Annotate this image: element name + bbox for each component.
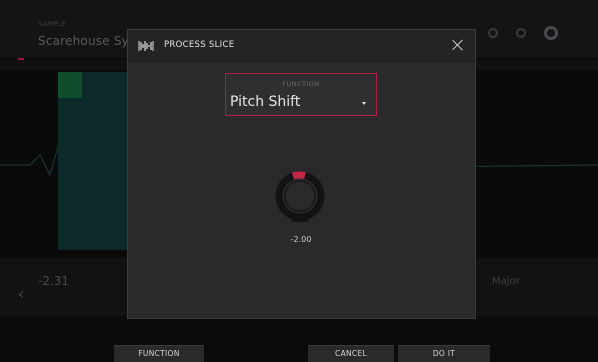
close-icon[interactable] bbox=[451, 38, 465, 52]
background-circle-icon bbox=[516, 28, 526, 38]
background-title: Scarehouse Sy bbox=[38, 34, 129, 48]
function-button[interactable]: FUNCTION bbox=[114, 345, 204, 362]
background-small-label: SAMPLE bbox=[38, 20, 66, 28]
background-circle-icon bbox=[488, 28, 498, 38]
background-bottom-value: -2.31 bbox=[38, 274, 70, 288]
pitch-knob[interactable] bbox=[275, 171, 325, 223]
dropdown-caret-icon bbox=[362, 102, 366, 105]
dialog-title: PROCESS SLICE bbox=[164, 40, 235, 50]
background-bottom-right: Major bbox=[492, 276, 520, 287]
function-label: FUNCTION bbox=[282, 80, 320, 88]
background-icons bbox=[488, 26, 558, 40]
process-slice-dialog: PROCESS SLICE FUNCTION Pitch Shift -2.00 bbox=[127, 29, 476, 319]
knob-value: -2.00 bbox=[290, 235, 312, 244]
waveform-icon bbox=[138, 41, 154, 51]
dialog-header: PROCESS SLICE bbox=[128, 30, 475, 62]
function-value: Pitch Shift bbox=[230, 94, 301, 110]
function-select[interactable]: FUNCTION Pitch Shift bbox=[225, 73, 377, 116]
background-slice-marker bbox=[58, 72, 82, 98]
cancel-button[interactable]: CANCEL bbox=[308, 345, 394, 362]
do-it-button[interactable]: DO IT bbox=[398, 345, 490, 362]
background-gear-icon bbox=[544, 26, 558, 40]
background-slice-region bbox=[58, 72, 128, 250]
